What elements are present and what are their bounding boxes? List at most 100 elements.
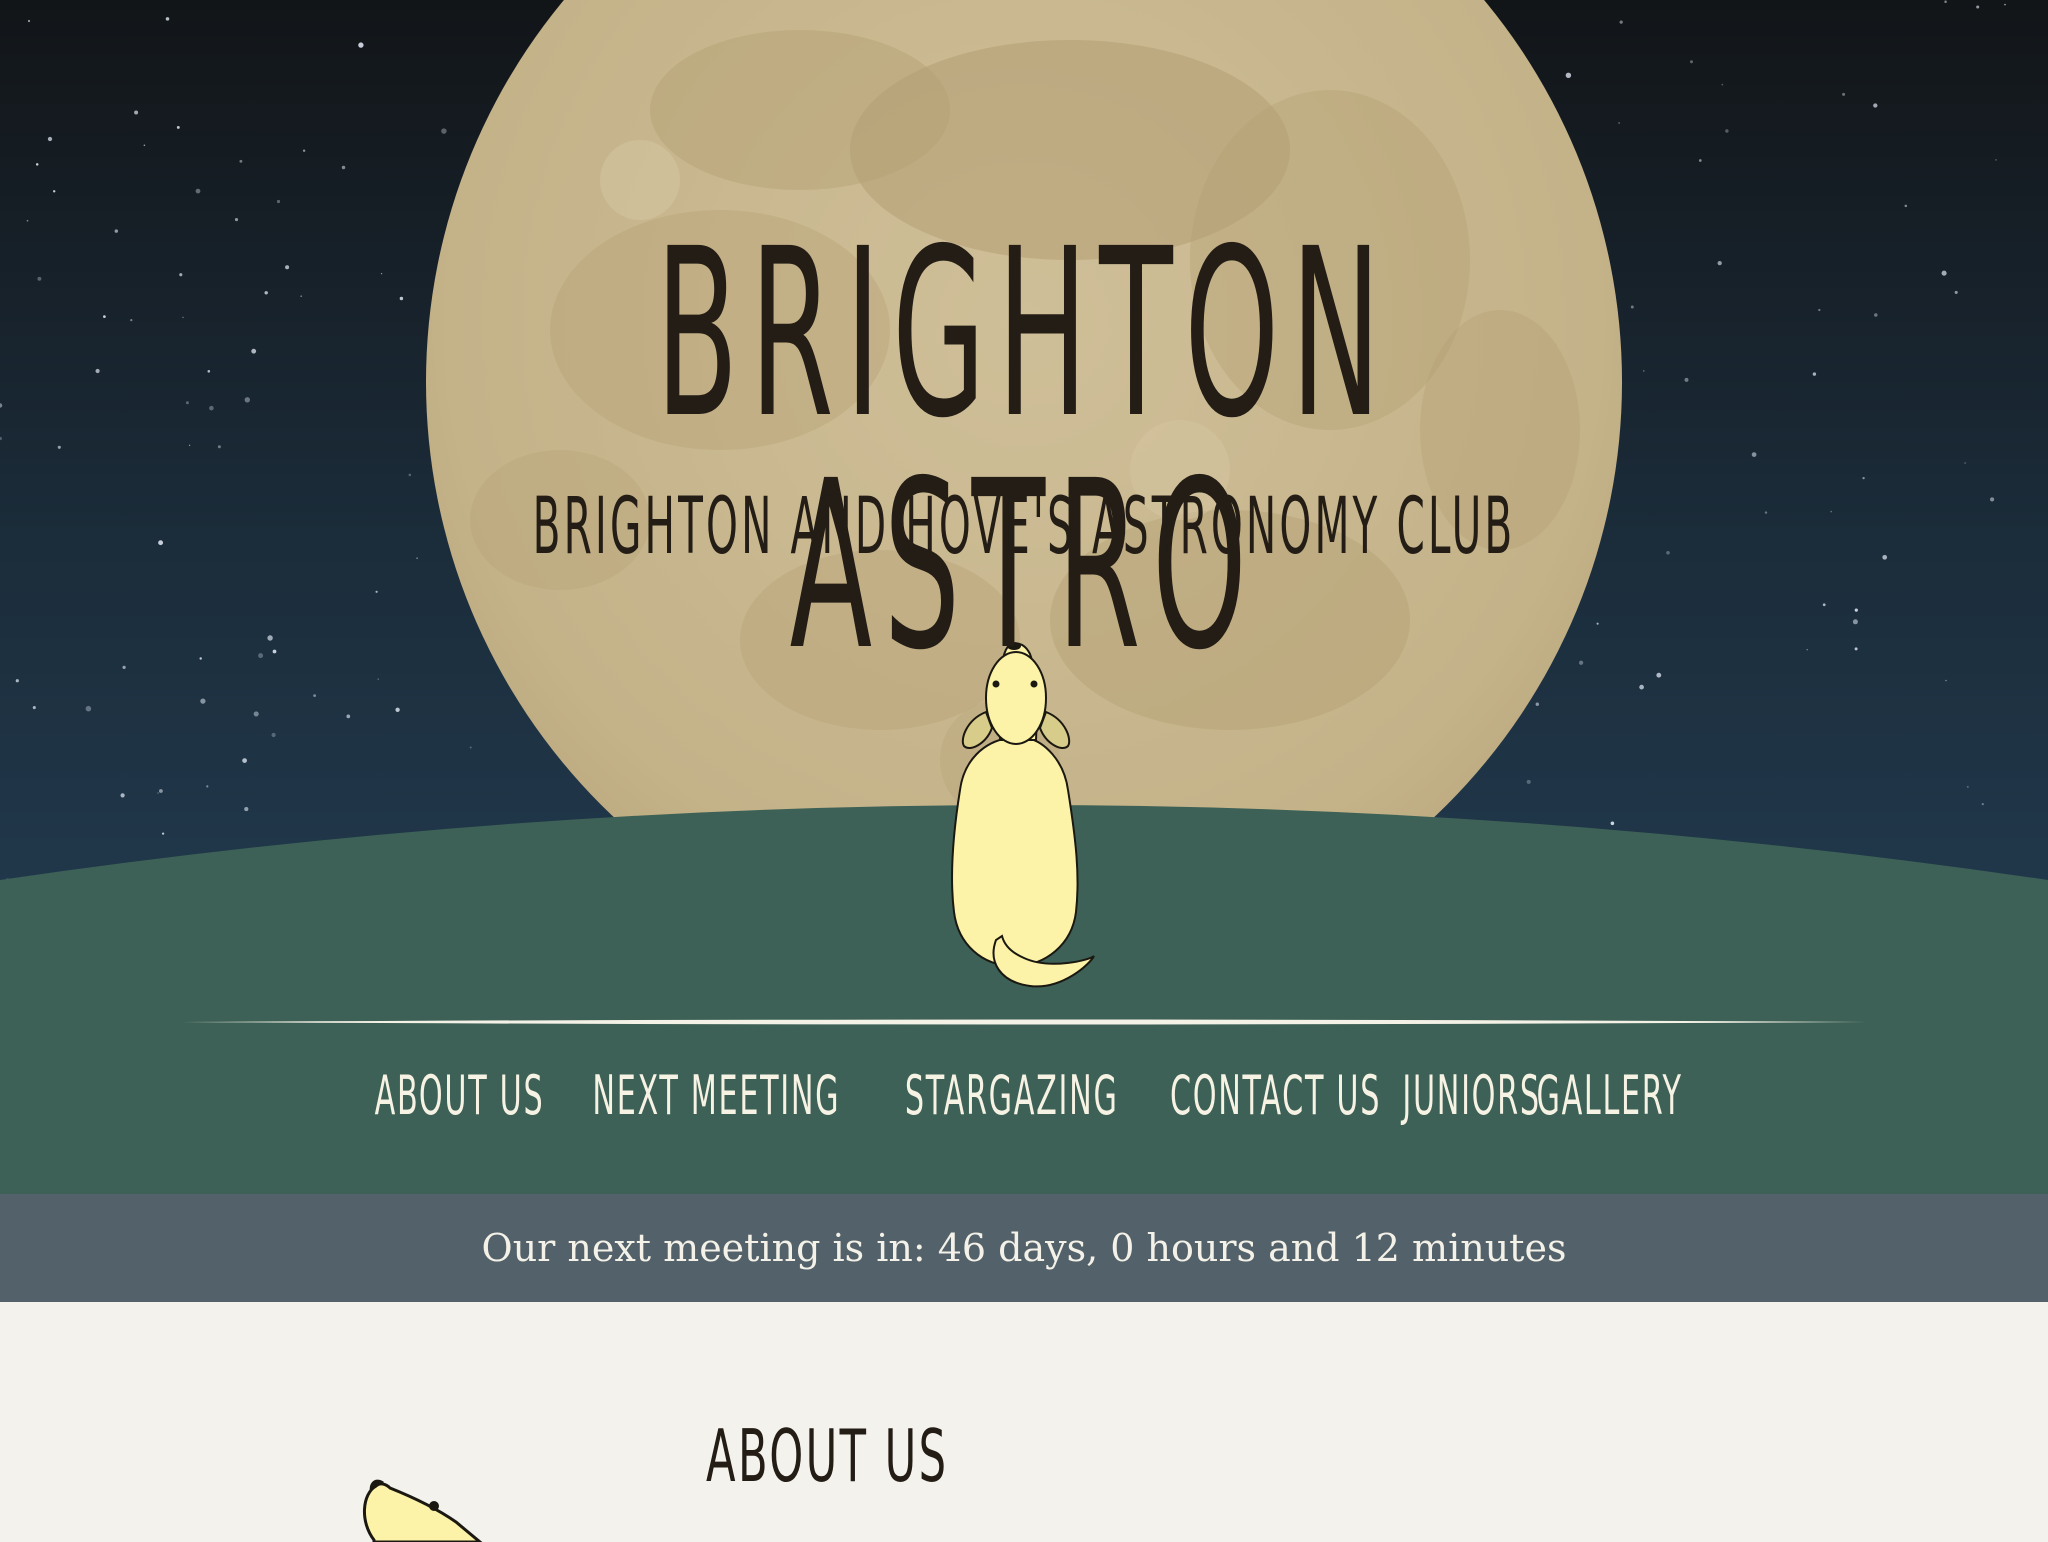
star	[207, 370, 211, 373]
star	[380, 272, 383, 275]
star	[161, 832, 165, 835]
star	[272, 649, 277, 654]
star	[1717, 260, 1722, 266]
main-content: ABOUT US	[0, 1302, 2048, 1542]
star	[195, 188, 201, 194]
star	[47, 136, 53, 142]
star	[1643, 370, 1645, 372]
star	[267, 635, 273, 641]
star	[346, 714, 351, 719]
star	[26, 219, 29, 222]
star	[1535, 702, 1540, 706]
star	[244, 807, 249, 812]
star	[1981, 803, 1984, 806]
star	[1689, 60, 1694, 64]
star	[122, 665, 126, 670]
nav-item-next-meeting[interactable]: NEXT MEETING	[592, 1056, 840, 1136]
star	[313, 694, 316, 697]
star	[1822, 603, 1826, 607]
star	[1976, 5, 1980, 9]
site-title: BRIGHTON ASTRO	[655, 199, 1393, 701]
nav-item-contact-us[interactable]: CONTACT US	[1170, 1056, 1381, 1136]
star	[143, 144, 146, 147]
star	[1656, 672, 1662, 678]
star	[264, 291, 268, 295]
star	[27, 19, 31, 23]
star	[1565, 72, 1572, 79]
star	[15, 679, 19, 683]
star	[188, 444, 191, 446]
nav-item-stargazing[interactable]: STARGAZING	[905, 1056, 1119, 1136]
star	[1596, 622, 1599, 625]
star	[37, 276, 42, 281]
star	[2004, 3, 2006, 6]
star	[258, 653, 264, 659]
star	[103, 315, 106, 318]
star	[1862, 476, 1865, 480]
star	[375, 590, 378, 593]
star	[200, 698, 206, 704]
star	[176, 125, 180, 129]
nav-item-about-us[interactable]: ABOUT US	[374, 1056, 544, 1136]
star	[1764, 511, 1768, 514]
star	[179, 273, 183, 277]
star	[395, 707, 400, 712]
star	[271, 732, 276, 738]
star	[1874, 313, 1878, 317]
star	[1812, 372, 1817, 376]
star	[469, 746, 472, 749]
star	[242, 758, 247, 763]
star	[1842, 92, 1846, 96]
star	[358, 42, 364, 48]
star	[217, 445, 221, 449]
star	[285, 265, 290, 270]
star	[302, 149, 306, 152]
countdown-text: Our next meeting is in: 46 days, 0 hours…	[481, 1226, 1567, 1270]
star	[441, 128, 447, 134]
star	[35, 163, 39, 166]
star	[377, 678, 379, 680]
star	[1721, 83, 1724, 86]
hero-banner: BRIGHTON ASTRO BRIGHTON AND HOVE'S ASTRO…	[0, 0, 2048, 1194]
nav-item-gallery[interactable]: GALLERY	[1537, 1056, 1683, 1136]
star	[1990, 497, 1995, 502]
star	[1806, 648, 1808, 651]
star	[158, 540, 164, 546]
star	[416, 557, 418, 560]
star	[1941, 270, 1947, 276]
nav-divider	[182, 1019, 1866, 1025]
star	[300, 295, 303, 298]
star	[57, 445, 61, 449]
star	[253, 711, 259, 717]
star	[1852, 619, 1858, 625]
star	[1751, 452, 1757, 457]
star	[120, 793, 125, 798]
main-nav: ABOUT US NEXT MEETING STARGAZING CONTACT…	[0, 1056, 2048, 1136]
star	[1945, 679, 1947, 682]
star	[157, 792, 159, 794]
star	[206, 785, 209, 788]
star	[199, 657, 202, 660]
nav-item-juniors[interactable]: JUNIORS	[1402, 1056, 1540, 1136]
star	[239, 159, 243, 163]
star	[1619, 20, 1623, 24]
star	[185, 401, 189, 405]
star	[341, 165, 346, 170]
star	[1966, 785, 1969, 788]
star	[1954, 290, 1958, 294]
star	[1630, 305, 1634, 309]
star	[1666, 551, 1670, 555]
star	[276, 199, 281, 204]
star	[1684, 377, 1689, 382]
star	[234, 218, 239, 222]
star	[1904, 204, 1908, 208]
star	[114, 229, 118, 233]
about-us-heading: ABOUT US	[706, 1414, 949, 1498]
star	[1618, 122, 1621, 124]
star	[244, 397, 250, 403]
star	[182, 316, 184, 319]
star	[1610, 821, 1615, 826]
star	[1854, 608, 1858, 612]
star	[165, 17, 170, 21]
star	[1995, 159, 1997, 161]
